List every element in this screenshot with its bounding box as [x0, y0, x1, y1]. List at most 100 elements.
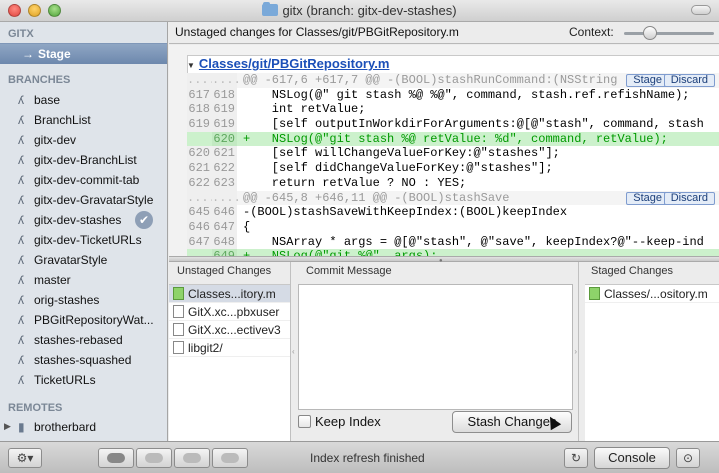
sidebar-item-stage[interactable]: → Stage [0, 43, 167, 64]
console-button[interactable]: Console [594, 447, 670, 469]
sidebar: GITX → Stage BRANCHES ʎ base ʎ BranchList ʎ… [0, 22, 168, 441]
old-line-number: 618 [187, 102, 212, 118]
window-title: gitx (branch: gitx-dev-stashes) [0, 2, 719, 18]
sidebar-item-branch[interactable]: ʎ base [18, 90, 60, 110]
diff-context-line[interactable]: 620 621 [self willChangeValueForKey:@"sta… [187, 146, 719, 162]
new-line-number: 647 [212, 219, 237, 235]
cloud-upload-icon [183, 453, 201, 463]
sidebar-heading-gitx: GITX [8, 28, 34, 40]
context-slider-track[interactable] [624, 32, 714, 35]
sidebar-item-branch[interactable]: ʎ BranchList [18, 110, 91, 130]
old-line-number: 617 [187, 87, 212, 103]
diff-line-text: [self didChangeValueForKey:@"stashes"]; [243, 161, 553, 176]
toolbar-toggle-button[interactable] [691, 5, 711, 15]
file-row[interactable]: GitX.xc...ectivev3 [169, 321, 290, 339]
refresh-button[interactable]: ↻ [564, 448, 588, 468]
sidebar-item-label: master [34, 273, 71, 287]
new-line-number: 621 [212, 146, 237, 162]
branch-icon: ʎ [18, 133, 24, 147]
sidebar-item-branch[interactable]: ʎ PBGitRepositoryWat... [18, 310, 154, 330]
file-row[interactable]: Classes...itory.m [169, 285, 290, 303]
diff-context-line[interactable]: 647 648 NSArray * args = @[@"stash", @"sa… [187, 234, 719, 250]
diff-context-line[interactable]: 618 619 int retValue; [187, 102, 719, 118]
file-name: GitX.xc...pbxuser [188, 305, 280, 319]
commit-message-textarea[interactable] [298, 284, 573, 410]
sidebar-item-branch[interactable]: ʎ gitx-dev-GravatarStyle [18, 190, 153, 210]
search-button[interactable]: ⊙ [676, 448, 700, 468]
search-icon: ⊙ [682, 451, 694, 465]
diff-added-line[interactable]: 649+ NSLog(@"git %@", args); [187, 249, 719, 256]
file-row[interactable]: libgit2/ [169, 339, 290, 357]
sidebar-item-label: TicketURLs [34, 373, 96, 387]
diff-line-text: [self willChangeValueForKey:@"stashes"]; [243, 146, 560, 161]
diff-file-link[interactable]: ▼ Classes/git/PBGitRepository.m [187, 55, 389, 73]
diff-line-text: { [243, 219, 251, 234]
left-resize-grip-icon[interactable]: ‹ [292, 347, 295, 356]
discard-hunk-button[interactable]: Discard [663, 74, 715, 87]
branch-icon: ʎ [18, 93, 24, 107]
cloud-download-icon [107, 453, 125, 463]
old-line-number: 646 [187, 219, 212, 235]
diff-context-line[interactable]: 621 622 [self didChangeValueForKey:@"stas… [187, 161, 719, 176]
modified-file-icon [589, 287, 600, 300]
diff-header: Unstaged changes for Classes/git/PBGitRe… [169, 22, 719, 44]
sidebar-item-label: PBGitRepositoryWat... [34, 313, 154, 327]
diff-line-text: int retValue; [243, 102, 366, 117]
old-line-number: 621 [187, 161, 212, 176]
sidebar-item-branch[interactable]: ʎ orig-stashes [18, 290, 99, 310]
branch-icon: ʎ [18, 293, 24, 307]
diff-line-text: -(BOOL)stashSaveWithKeepIndex:(BOOL)keep… [243, 205, 568, 220]
disclosure-triangle-icon[interactable]: ▶ [4, 421, 11, 432]
gear-menu-button[interactable]: ⚙▾ [8, 448, 42, 468]
branch-icon: ʎ [18, 193, 24, 207]
sidebar-item-branch[interactable]: ʎ gitx-dev-commit-tab [18, 170, 139, 190]
new-line-number: 619 [212, 102, 237, 118]
sidebar-item-branch[interactable]: ʎ stashes-rebased [18, 330, 123, 350]
new-line-number: 622 [212, 161, 237, 176]
sidebar-item-branch[interactable]: ʎ gitx-dev [18, 130, 76, 150]
discard-hunk-button[interactable]: Discard [663, 191, 715, 205]
file-row[interactable]: Classes/...ository.m [585, 285, 719, 303]
stage-hunk-button[interactable]: Stage [626, 74, 669, 87]
remote-folder-icon: ▮ [18, 420, 25, 434]
old-line-number: 619 [187, 117, 212, 132]
sidebar-item-label: gitx-dev [34, 133, 77, 147]
sidebar-item-branch[interactable]: ʎ stashes-squashed [18, 350, 131, 370]
stage-hunk-button[interactable]: Stage [626, 191, 669, 205]
diff-added-line[interactable]: 620 + NSLog(@"git stash %@ retValue: %d",… [187, 131, 719, 147]
right-resize-grip-icon[interactable]: › [574, 347, 577, 356]
context-slider-thumb[interactable] [643, 26, 657, 40]
diff-lines: ........ @@ -617,6 +617,7 @@ -(BOOL)stash… [187, 73, 719, 256]
sidebar-item-branch[interactable]: ʎ GravatarStyle [18, 250, 107, 270]
diff-line-text: @@ -645,8 +646,11 @@ -(BOOL)stashSave [243, 190, 510, 205]
refresh-icon: ↻ [570, 451, 582, 465]
sidebar-item-branch[interactable]: ʎ master [18, 270, 71, 290]
diff-file-name: Classes/git/PBGitRepository.m [198, 56, 390, 71]
file-row[interactable]: GitX.xc...pbxuser [169, 303, 290, 321]
cloud-sync-icon [221, 453, 239, 463]
sidebar-item-branch-current[interactable]: ʎ gitx-dev-stashes [18, 210, 121, 230]
sidebar-item-branch[interactable]: ʎ gitx-dev-TicketURLs [18, 230, 142, 250]
diff-line-text: [self outputInWorkdirForArguments:@[@"st… [243, 117, 704, 132]
diff-hunk-header: ........ @@ -617,6 +617,7 @@ -(BOOL)stash… [187, 73, 719, 88]
new-line-number: .... [212, 190, 241, 206]
diff-context-line[interactable]: 646 647 { [187, 219, 719, 235]
branch-icon: ʎ [18, 373, 24, 387]
staged-changes-panel: Staged Changes Classes/...ository.m [578, 262, 719, 441]
commit-message-panel: ‹ Commit Message Keep Index Stash Change… [292, 262, 577, 441]
keep-index-checkbox[interactable]: Keep Index [298, 414, 381, 429]
fetch-button[interactable] [98, 448, 134, 468]
sidebar-heading-remotes: REMOTES [8, 402, 63, 414]
file-name: Classes...itory.m [188, 287, 276, 301]
diff-context-line[interactable]: 617 618 NSLog(@" git stash %@ %@", comman… [187, 87, 719, 103]
diff-context-line[interactable]: 645 646 -(BOOL)stashSaveWithKeepIndex:(BOO… [187, 205, 719, 220]
sidebar-item-branch[interactable]: ʎ TicketURLs [18, 370, 96, 390]
diff-context-line[interactable]: 622 623 return retValue ? NO : YES; [187, 175, 719, 191]
sidebar-heading-branches: BRANCHES [8, 74, 71, 86]
sidebar-item-branch[interactable]: ʎ gitx-dev-BranchList [18, 150, 137, 170]
branch-icon: ʎ [18, 253, 24, 267]
old-line-number: 622 [187, 175, 212, 191]
sidebar-item-remote[interactable]: ▮ brotherbard [18, 417, 96, 437]
unstaged-file-list: Classes...itory.m GitX.xc...pbxuser GitX… [169, 284, 290, 441]
diff-context-line[interactable]: 619 619 [self outputInWorkdirForArguments… [187, 117, 719, 132]
